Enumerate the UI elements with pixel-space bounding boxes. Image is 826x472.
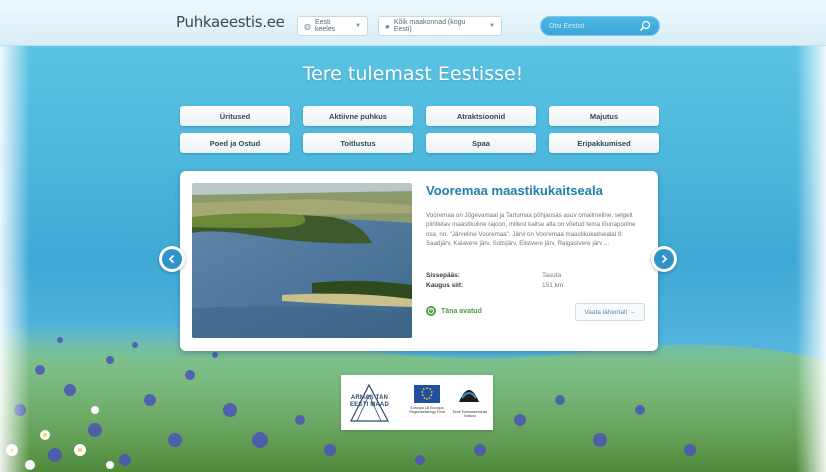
region-select-value: Kõik maakonnad (kogu Eesti) (393, 19, 466, 33)
category-button[interactable]: Poed ja Ostud (180, 133, 290, 153)
open-status-text: Täna avatud (441, 307, 482, 315)
category-button[interactable]: Majutus (549, 106, 659, 126)
site-logo[interactable]: Puhkaeestis.ee (176, 13, 285, 31)
armas-eesti-logo[interactable]: ARMAS TAN EESTI MAAD (347, 381, 392, 424)
entry-value: Tasuta (542, 272, 562, 279)
open-status: Täna avatud (426, 306, 482, 316)
entry-label: Sissepääs: (426, 272, 460, 279)
estonia-tourism-caption: Eesti Turismiarenduse Keskus (452, 410, 488, 418)
distance-value: 151 km (542, 282, 564, 289)
region-select[interactable]: ● Kõik maakonnad (kogu Eesti) ▼ (378, 16, 502, 36)
category-button[interactable]: Üritused (180, 106, 290, 126)
language-select[interactable]: ◍ Eesti keeles ▼ (297, 16, 368, 36)
category-button[interactable]: Toitlustus (303, 133, 413, 153)
globe-icon: ◍ (304, 21, 311, 31)
featured-photo[interactable] (192, 183, 412, 338)
featured-description: Vooremaa on Jõgevamaal ja Tartumaa põhja… (426, 212, 636, 247)
top-bar: Puhkaeestis.ee ◍ Eesti keeles ▼ ● Kõik m… (0, 0, 826, 46)
category-button[interactable]: Spaa (426, 133, 536, 153)
language-select-value: Eesti keeles (314, 19, 336, 33)
carousel-next-button[interactable] (651, 246, 677, 272)
welcome-heading: Tere tulemast Eestisse! (302, 63, 524, 85)
clock-icon (426, 306, 436, 316)
chevron-left-icon (162, 249, 182, 269)
search-icon[interactable] (639, 20, 651, 32)
featured-card: Vooremaa maastikukaitseala Vooremaa on J… (180, 171, 658, 351)
featured-title[interactable]: Vooremaa maastikukaitseala (426, 183, 603, 198)
chevron-down-icon: ▼ (489, 23, 495, 29)
category-button[interactable]: Aktiivne puhkus (303, 106, 413, 126)
carousel-prev-button[interactable] (159, 246, 185, 272)
distance-label: Kaugus siit: (426, 282, 464, 289)
read-more-button[interactable]: Vaata lähemalt → (575, 303, 645, 321)
armas-eesti-logo-text: ARMAS TAN EESTI MAAD (349, 395, 389, 408)
search-input[interactable] (549, 20, 639, 33)
eu-caption: Euroopa Liit Euroopa Regionaalarengu Fon… (409, 406, 445, 414)
location-pin-icon: ● (385, 21, 390, 31)
chevron-down-icon: ▼ (355, 23, 361, 29)
chevron-right-icon (654, 249, 674, 269)
eu-flag-icon[interactable] (414, 385, 440, 403)
category-button[interactable]: Atraktsioonid (426, 106, 536, 126)
page: Puhkaeestis.ee ◍ Eesti keeles ▼ ● Kõik m… (0, 0, 826, 472)
estonia-tourism-logo[interactable] (457, 382, 481, 406)
sponsor-logos: ARMAS TAN EESTI MAAD Euroopa Liit Euroop… (341, 375, 493, 430)
search-box (540, 16, 660, 36)
category-button[interactable]: Eripakkumised (549, 133, 659, 153)
